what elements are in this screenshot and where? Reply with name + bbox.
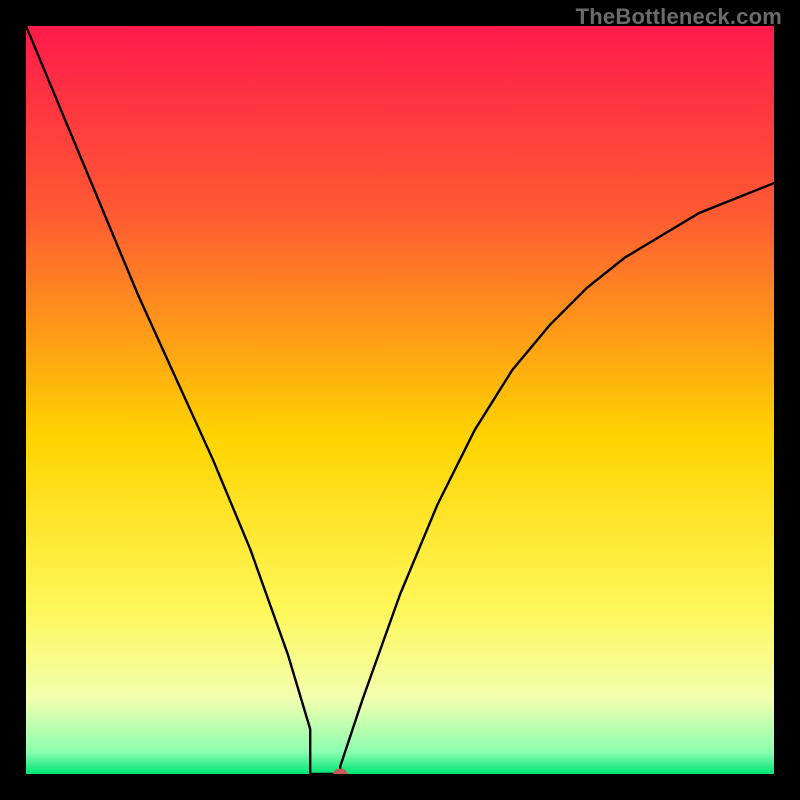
chart-frame: TheBottleneck.com [0, 0, 800, 800]
watermark-text: TheBottleneck.com [576, 4, 782, 30]
plot-area [26, 26, 774, 774]
bottleneck-chart [26, 26, 774, 774]
gradient-background [26, 26, 774, 774]
